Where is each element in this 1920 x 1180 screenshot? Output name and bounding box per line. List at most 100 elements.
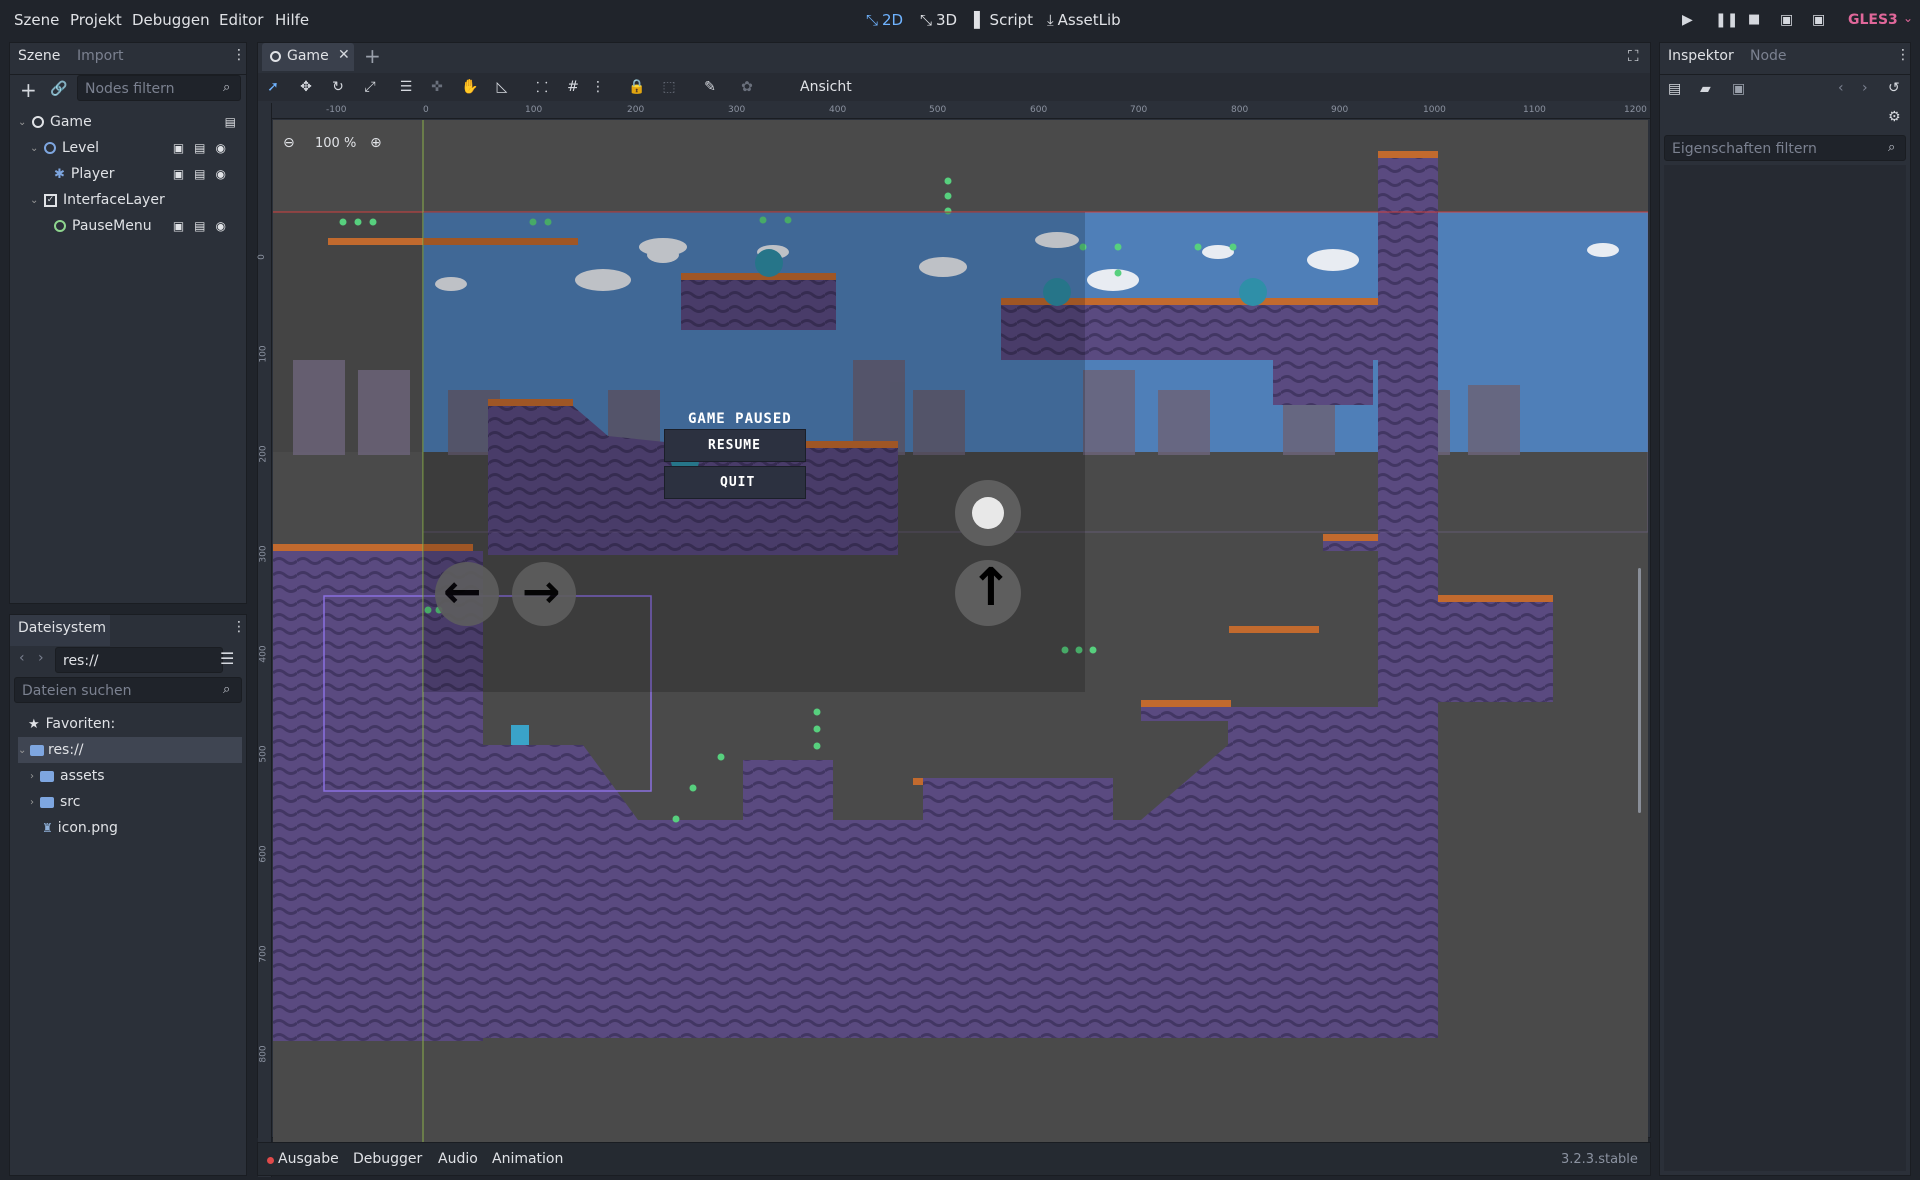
save-icon[interactable]: ▣ (1732, 81, 1745, 97)
quit-button[interactable]: QUIT (664, 466, 806, 499)
forward-icon[interactable]: › (38, 650, 44, 666)
resume-button[interactable]: RESUME (664, 429, 806, 462)
instance-script-visibility-icons[interactable]: ▣▤◉ (173, 219, 236, 233)
tab-output[interactable]: Ausgabe (278, 1151, 339, 1167)
add-tab-icon[interactable]: + (364, 44, 381, 68)
play-icon[interactable]: ▶ (1682, 12, 1693, 28)
renderer-select[interactable]: GLES3 (1848, 12, 1898, 28)
smart-snap-icon[interactable]: ⸬ (530, 75, 554, 99)
mode-assetlib-button[interactable]: ⤓ AssetLib (1047, 11, 1121, 29)
zoom-out-icon[interactable]: ⊖ (283, 135, 295, 151)
menu-editor[interactable]: Editor (219, 11, 263, 29)
history-icon[interactable]: ↺ (1888, 80, 1900, 96)
tab-audio[interactable]: Audio (438, 1151, 478, 1167)
back-icon[interactable]: ‹ (19, 650, 25, 666)
anchor-icon[interactable]: ✿ (735, 75, 759, 99)
object-properties-icon[interactable]: ⚙ (1888, 109, 1901, 125)
tab-filesystem[interactable]: Dateisystem (18, 620, 106, 636)
ruler-tool-icon[interactable]: ◺ (490, 75, 514, 99)
mode-script-button[interactable]: ▌ Script (974, 11, 1033, 29)
property-filter-input[interactable]: Eigenschaften filtern (1664, 135, 1906, 161)
canvas-viewport[interactable]: ⊖ 100 % ⊕ GAME PAUSED RESUME QUIT ← → ↑ (273, 120, 1648, 1175)
menu-project[interactable]: Projekt (70, 11, 122, 29)
pause-icon[interactable]: ❚❚ (1715, 12, 1738, 28)
instance-script-visibility-icons[interactable]: ▣▤◉ (173, 167, 236, 181)
dock-menu-icon[interactable]: ⋮ (232, 619, 246, 635)
zoom-in-icon[interactable]: ⊕ (370, 135, 382, 151)
tree-item-level[interactable]: ⌄ Level ▣▤◉ (30, 135, 246, 161)
tree-item-assets[interactable]: › assets (30, 763, 240, 789)
search-icon: ⌕ (223, 682, 231, 697)
mode-script-label: Script (989, 11, 1034, 29)
tree-item-interfacelayer[interactable]: ⌄ ✓ InterfaceLayer (30, 187, 246, 213)
tab-debugger[interactable]: Debugger (353, 1151, 422, 1167)
scene-dock: Szene Import ⋮ + 🔗 Nodes filtern ⌕ ⌄ Gam… (9, 42, 247, 604)
play-custom-scene-icon[interactable]: ▣ (1812, 12, 1825, 28)
file-search-input[interactable]: Dateien suchen (14, 677, 242, 703)
tree-item-icon-png[interactable]: ♜ icon.png (42, 815, 240, 841)
mode-3d-button[interactable]: ⤡ 3D (920, 11, 957, 29)
vertical-scrollbar[interactable] (1638, 568, 1641, 813)
tree-item-player[interactable]: ✱ Player ▣▤◉ (54, 161, 246, 187)
lock-icon[interactable]: 🔒 (625, 75, 649, 99)
open-folder-icon[interactable]: ▰ (1700, 81, 1711, 97)
path-field[interactable]: res:// (55, 647, 223, 673)
node-filter-input[interactable]: Nodes filtern (77, 75, 241, 101)
select-tool-icon[interactable]: ➚ (261, 75, 285, 99)
scene-tab-game[interactable]: Game ✕ (262, 43, 354, 71)
tab-animation[interactable]: Animation (492, 1151, 563, 1167)
menu-debug[interactable]: Debuggen (132, 11, 210, 29)
mode-2d-button[interactable]: ⤡ 2D (866, 11, 903, 29)
dock-menu-icon[interactable]: ⋮ (232, 47, 246, 63)
ruler-tick: 1100 (1523, 105, 1546, 115)
3d-icon: ⤡ (920, 11, 933, 29)
tab-inspector[interactable]: Inspektor (1668, 48, 1734, 64)
rotate-tool-icon[interactable]: ↻ (326, 75, 350, 99)
tab-node[interactable]: Node (1750, 48, 1787, 64)
ruler-tick: 600 (258, 845, 269, 863)
right-arrow-button[interactable]: → (512, 562, 576, 626)
new-resource-icon[interactable]: ▤ (1668, 81, 1681, 97)
close-icon[interactable]: ✕ (338, 47, 350, 63)
ruler-tick: 100 (258, 345, 269, 363)
tree-item-pausemenu[interactable]: PauseMenu ▣▤◉ (54, 213, 246, 239)
menu-scene[interactable]: Szene (14, 11, 59, 29)
folder-icon (40, 770, 54, 782)
history-back-icon[interactable]: ‹ (1838, 80, 1844, 96)
script-icon[interactable]: ▤ (225, 115, 236, 129)
grid-snap-icon[interactable]: # (561, 75, 585, 99)
add-node-icon[interactable]: + (20, 78, 37, 102)
snap-options-icon[interactable]: ⋮ (586, 75, 610, 99)
tab-scene[interactable]: Szene (18, 48, 60, 64)
inspector-dock: Inspektor Node ⋮ ▤ ▰ ▣ ‹ › ↺ ⚙ Eigenscha… (1659, 42, 1911, 1176)
action-button[interactable] (955, 480, 1021, 546)
tree-item-res[interactable]: ⌄ res:// (18, 737, 242, 763)
list-select-icon[interactable]: ☰ (394, 75, 418, 99)
tree-item-game[interactable]: ⌄ Game ▤ (18, 109, 246, 135)
instance-script-visibility-icons[interactable]: ▣▤◉ (173, 141, 236, 155)
split-mode-icon[interactable]: ☰ (220, 649, 234, 668)
dock-menu-icon[interactable]: ⋮ (1896, 47, 1910, 63)
zoom-level[interactable]: 100 % (315, 136, 356, 151)
group-icon[interactable]: ⬚ (657, 75, 681, 99)
pivot-icon[interactable]: ✜ (425, 75, 449, 99)
error-dot-icon (267, 1157, 274, 1164)
view-menu[interactable]: Ansicht (800, 79, 852, 95)
tree-item-src[interactable]: › src (30, 789, 240, 815)
scale-tool-icon[interactable]: ⤢ (358, 75, 382, 99)
favorites-row[interactable]: ★ Favoriten: (28, 711, 238, 737)
pan-tool-icon[interactable]: ✋ (458, 75, 482, 99)
stop-icon[interactable]: ■ (1748, 12, 1760, 27)
skeleton-icon[interactable]: ✎ (698, 75, 722, 99)
move-tool-icon[interactable]: ✥ (294, 75, 318, 99)
history-forward-icon[interactable]: › (1862, 80, 1868, 96)
link-icon[interactable]: 🔗 (50, 81, 67, 97)
jump-button[interactable]: ↑ (955, 558, 1021, 626)
ruler-tick: 300 (728, 105, 746, 115)
play-scene-icon[interactable]: ▣ (1780, 12, 1793, 28)
left-arrow-button[interactable]: ← (435, 562, 499, 626)
tab-import[interactable]: Import (77, 48, 123, 64)
distraction-free-icon[interactable]: ⛶ (1628, 47, 1639, 65)
menu-help[interactable]: Hilfe (275, 11, 309, 29)
download-icon: ⤓ (1047, 11, 1054, 29)
